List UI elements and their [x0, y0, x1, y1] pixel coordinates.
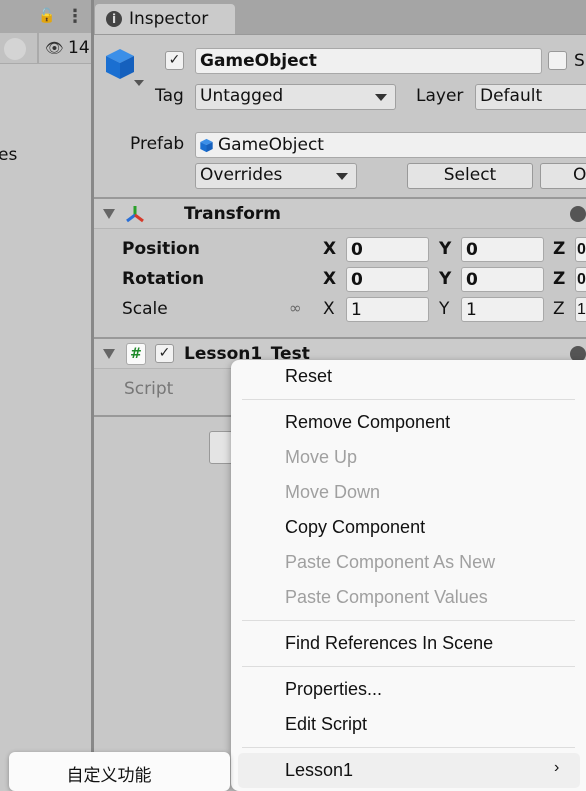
- more-options-icon[interactable]: ⋮: [66, 6, 84, 27]
- rotation-y-field[interactable]: 0: [461, 267, 544, 292]
- scale-z-field[interactable]: 1: [575, 297, 586, 322]
- hierarchy-panel: 🔓 ⋮ 👁 14 es: [0, 0, 92, 791]
- tag-dropdown[interactable]: Untagged: [195, 84, 396, 110]
- tab-label: Inspector: [129, 9, 209, 29]
- transform-title: Transform: [184, 204, 281, 224]
- chevron-down-icon: [375, 94, 387, 101]
- menu-item-properties[interactable]: Properties...: [285, 679, 382, 700]
- name-field[interactable]: GameObject: [195, 48, 542, 74]
- transform-icon: [126, 206, 144, 223]
- layer-value: Default: [480, 86, 543, 106]
- overrides-label: Overrides: [200, 165, 283, 185]
- tag-value: Untagged: [200, 86, 284, 106]
- axis-x-label: X: [323, 299, 335, 319]
- menu-item-paste-values[interactable]: Paste Component Values: [285, 587, 488, 608]
- help-icon[interactable]: [570, 206, 586, 222]
- foldout-arrow-icon[interactable]: [103, 209, 115, 219]
- position-y-field[interactable]: 0: [461, 237, 544, 262]
- menu-item-edit-script[interactable]: Edit Script: [285, 714, 367, 735]
- component-enabled-checkbox[interactable]: ✓: [155, 344, 174, 363]
- scale-label: Scale: [122, 299, 168, 319]
- hierarchy-item-text[interactable]: es: [0, 145, 17, 165]
- static-label: S: [574, 51, 585, 71]
- static-checkbox[interactable]: [548, 51, 567, 70]
- warning-icon[interactable]: [4, 38, 26, 60]
- menu-item-move-down[interactable]: Move Down: [285, 482, 380, 503]
- position-x-field[interactable]: 0: [346, 237, 429, 262]
- tab-bottom-line: [94, 34, 586, 35]
- axis-z-label: Z: [553, 269, 566, 289]
- position-z-field[interactable]: 0: [575, 237, 586, 262]
- scale-y-field[interactable]: 1: [461, 297, 544, 322]
- submenu-item-custom-function[interactable]: 自定义功能: [9, 761, 209, 786]
- rotation-x-field[interactable]: 0: [346, 267, 429, 292]
- foldout-arrow-icon[interactable]: [103, 349, 115, 359]
- rotation-z-field[interactable]: 0: [575, 267, 586, 292]
- open-button[interactable]: O: [540, 163, 586, 189]
- hidden-count: 14: [68, 38, 90, 58]
- axis-z-label: Z: [553, 239, 566, 259]
- panel-divider[interactable]: [91, 0, 94, 791]
- menu-separator: [242, 620, 575, 621]
- select-button[interactable]: Select: [407, 163, 533, 189]
- axis-x-label: X: [323, 239, 337, 259]
- axis-z-label: Z: [553, 299, 565, 319]
- prefab-cube-icon: [200, 138, 213, 153]
- axis-y-label: Y: [439, 299, 450, 319]
- hidden-eye-icon[interactable]: 👁: [45, 39, 64, 57]
- axis-y-label: Y: [439, 239, 452, 259]
- icon-dropdown-arrow[interactable]: [134, 80, 144, 86]
- transform-header[interactable]: [94, 199, 586, 229]
- script-hash-icon: #: [126, 343, 146, 365]
- info-icon: i: [106, 11, 122, 27]
- menu-item-move-up[interactable]: Move Up: [285, 447, 357, 468]
- menu-separator: [242, 747, 575, 748]
- chevron-down-icon: [336, 173, 348, 180]
- menu-item-paste-as-new[interactable]: Paste Component As New: [285, 552, 495, 573]
- divider: [37, 33, 39, 64]
- script-label: Script: [124, 379, 174, 399]
- prefab-value: GameObject: [218, 135, 324, 155]
- submenu: 自定义功能: [9, 752, 230, 791]
- chevron-right-icon: ›: [554, 759, 560, 776]
- position-label: Position: [122, 239, 200, 259]
- prefab-field[interactable]: GameObject: [195, 132, 586, 158]
- layer-dropdown[interactable]: Default: [475, 84, 586, 110]
- menu-item-lesson1-label: Lesson1: [285, 760, 354, 780]
- lock-icon[interactable]: 🔓: [38, 8, 55, 24]
- scale-x-field[interactable]: 1: [346, 297, 429, 322]
- menu-item-remove-component[interactable]: Remove Component: [285, 412, 450, 433]
- menu-separator: [242, 399, 575, 400]
- rotation-label: Rotation: [122, 269, 205, 289]
- unlinked-scale-icon[interactable]: ∞: [289, 299, 302, 317]
- gameobject-cube-icon[interactable]: [103, 47, 137, 81]
- menu-item-copy-component[interactable]: Copy Component: [285, 517, 425, 538]
- active-checkbox[interactable]: ✓: [165, 51, 184, 70]
- axis-x-label: X: [323, 269, 337, 289]
- overrides-dropdown[interactable]: Overrides: [195, 163, 357, 189]
- prefab-label: Prefab: [130, 134, 185, 154]
- menu-item-find-references[interactable]: Find References In Scene: [285, 633, 493, 654]
- menu-item-lesson1[interactable]: Lesson1 ›: [238, 753, 580, 788]
- menu-item-reset[interactable]: Reset: [285, 366, 332, 387]
- menu-separator: [242, 666, 575, 667]
- layer-label: Layer: [416, 86, 464, 106]
- tag-label: Tag: [155, 86, 184, 106]
- tab-inspector[interactable]: i Inspector: [95, 4, 235, 35]
- axis-y-label: Y: [439, 269, 452, 289]
- context-menu: Reset Remove Component Move Up Move Down…: [231, 360, 586, 791]
